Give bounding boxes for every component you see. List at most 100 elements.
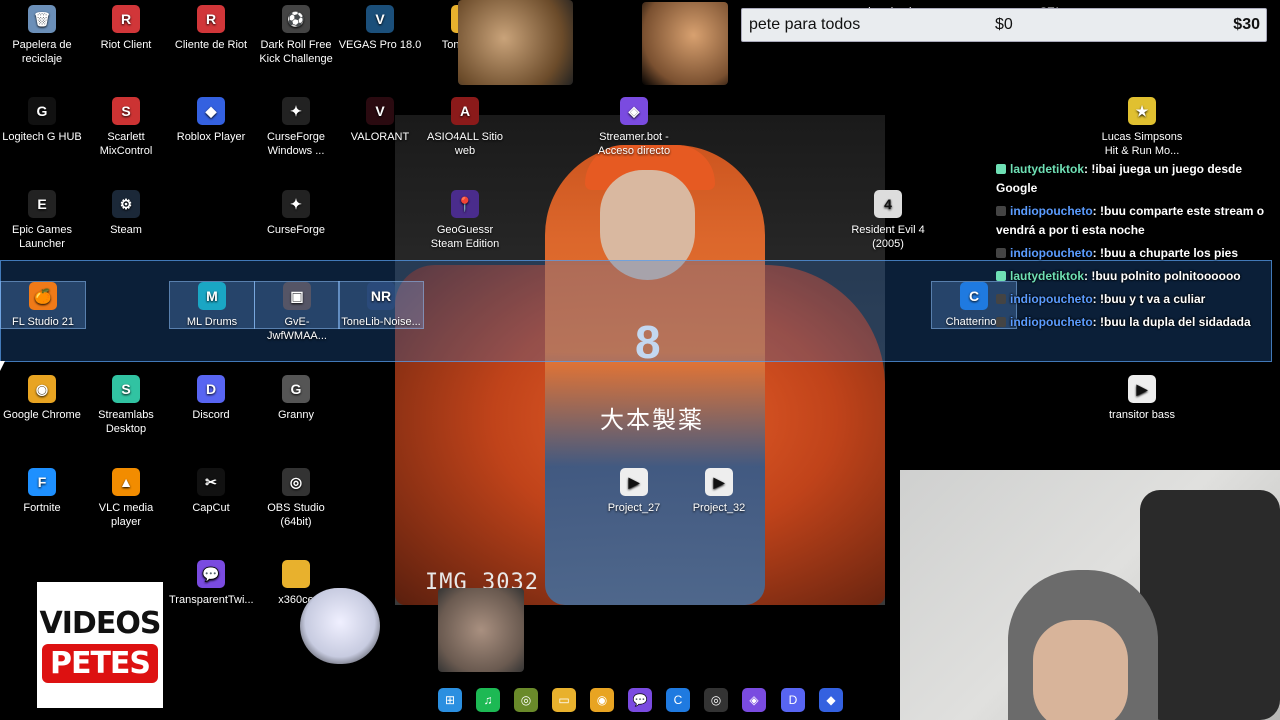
- desktop-icon-mldrums[interactable]: M ML Drums: [169, 281, 255, 329]
- desktop-icon-label: Project_27: [607, 502, 661, 514]
- desktop-icon-label: transitor bass: [1108, 409, 1176, 421]
- obs-icon[interactable]: ◎: [704, 688, 728, 712]
- jersey-text: 大本製薬: [600, 406, 704, 434]
- desktop-icon-fortnite[interactable]: F Fortnite: [0, 468, 84, 515]
- image-file-icon: ▣: [283, 282, 311, 310]
- soccer-ball-icon: ⚽: [282, 5, 310, 33]
- vegas-pro-icon: V: [366, 5, 394, 33]
- chat-message: lautydetiktok: !buu polnito polnitoooooo: [996, 267, 1271, 286]
- riot-client-icon: R: [112, 5, 140, 33]
- desktop-icon-logitech[interactable]: G Logitech G HUB: [0, 97, 84, 144]
- spotify-icon[interactable]: ♫: [476, 688, 500, 712]
- roblox-icon[interactable]: ◆: [819, 688, 843, 712]
- desktop-icon-recycle[interactable]: 🗑 Papelera de reciclaje: [0, 5, 84, 66]
- desktop-icon-gve[interactable]: ▣ GvE-JwfWMAA...: [254, 281, 340, 342]
- chat-badge-icon: [996, 248, 1006, 258]
- goal-target: $30: [1233, 16, 1260, 33]
- desktop-icon-tonelib[interactable]: NR ToneLib-Noise...: [338, 281, 424, 329]
- video-file-icon: ▶: [705, 468, 733, 496]
- desktop-icon-project27[interactable]: ▶ Project_27: [592, 468, 676, 515]
- chat-message: lautydetiktok: !ibai juega un juego desd…: [996, 160, 1271, 198]
- desktop-icon-asio[interactable]: A ASIO4ALL Sitio web: [423, 97, 507, 158]
- chat-username: indiopoucheto: [1010, 204, 1093, 218]
- desktop-icon-scarlett[interactable]: S Scarlett MixControl: [84, 97, 168, 158]
- desktop-icon-streamlabs[interactable]: S Streamlabs Desktop: [84, 375, 168, 436]
- desktop-icon-curseforge[interactable]: ✦ CurseForge: [254, 190, 338, 237]
- curseforge-icon: ✦: [282, 190, 310, 218]
- desktop-icon-granny[interactable]: G Granny: [254, 375, 338, 422]
- desktop-icon-label: Logitech G HUB: [2, 131, 82, 143]
- desktop-icon-fl[interactable]: 🍊 FL Studio 21: [0, 281, 86, 329]
- cat-sticker: [642, 2, 728, 85]
- desktop-icon-label: Scarlett MixControl: [99, 131, 153, 157]
- desktop-icon-transparent[interactable]: 💬 TransparentTwi...: [169, 560, 254, 607]
- chat-overlay: lautydetiktok: !ibai juega un juego desd…: [996, 160, 1271, 336]
- desktop-icon-streamerbot[interactable]: ◈ Streamer.bot - Acceso directo: [592, 97, 676, 158]
- file-explorer-icon[interactable]: ▭: [552, 688, 576, 712]
- desktop-icon-label: ToneLib-Noise...: [341, 316, 421, 328]
- chat-text: : !buu polnito polnitoooooo: [1084, 269, 1241, 283]
- curseforge-icon: ✦: [282, 97, 310, 125]
- desktop-icon-label: Google Chrome: [3, 409, 81, 421]
- videos-petes-logo: VIDEOS PETES: [37, 582, 163, 708]
- cat-video-sticker: [438, 588, 524, 672]
- obs-icon: ◎: [282, 468, 310, 496]
- desktop-icon-discord[interactable]: D Discord: [169, 375, 253, 422]
- simpsons-icon: ★: [1128, 97, 1156, 125]
- chat-badge-icon: [996, 206, 1006, 216]
- logitech-icon: G: [28, 97, 56, 125]
- desktop-icon-re4[interactable]: 4 Resident Evil 4 (2005): [846, 190, 930, 251]
- chatterino-icon: C: [960, 282, 988, 310]
- desktop-icon-cliente-riot[interactable]: R Cliente de Riot: [169, 5, 253, 52]
- discord-icon[interactable]: D: [781, 688, 805, 712]
- desktop-icon-label: CapCut: [192, 502, 230, 514]
- chrome-icon[interactable]: ◉: [590, 688, 614, 712]
- chat-text: : !buu la dupla del sidadada: [1092, 315, 1251, 329]
- chat-username: lautydetiktok: [1010, 162, 1085, 176]
- anime-girl-sticker: [300, 588, 380, 664]
- desktop-icon-vlc[interactable]: ▲ VLC media player: [84, 468, 168, 529]
- desktop-icon-project32[interactable]: ▶ Project_32: [677, 468, 761, 515]
- desktop-icon-label: Papelera de reciclaje: [12, 39, 72, 65]
- map-pin-icon: 📍: [451, 190, 479, 218]
- chatterino-icon[interactable]: C: [666, 688, 690, 712]
- desktop-icon-geoguessr[interactable]: 📍 GeoGuessr Steam Edition: [423, 190, 507, 251]
- granny-icon: G: [282, 375, 310, 403]
- desktop-icon-transitor[interactable]: ▶ transitor bass: [1100, 375, 1184, 422]
- chat-username: indiopoucheto: [1010, 315, 1093, 329]
- desktop-icon-label: GeoGuessr Steam Edition: [430, 224, 500, 250]
- tonelib-icon: NR: [367, 282, 395, 310]
- desktop-icon-valorant[interactable]: V VALORANT: [338, 97, 422, 144]
- desktop-icon-label: Epic Games Launcher: [12, 224, 72, 250]
- desktop-icon-steam[interactable]: ⚙ Steam: [84, 190, 168, 237]
- chat-message: indiopoucheto: !buu comparte este stream…: [996, 202, 1271, 240]
- twitch-chat-icon[interactable]: 💬: [628, 688, 652, 712]
- goal-name: pete para todos: [749, 16, 861, 33]
- vlc-icon: ▲: [112, 468, 140, 496]
- streamerbot-icon[interactable]: ◈: [742, 688, 766, 712]
- desktop-icon-roblox[interactable]: ◆ Roblox Player: [169, 97, 253, 144]
- chat-username: indiopoucheto: [1010, 292, 1093, 306]
- cat-wizard-sticker: [458, 0, 573, 85]
- riot-client-icon: R: [197, 5, 225, 33]
- desktop-icon-dark-roll[interactable]: ⚽ Dark Roll Free Kick Challenge: [254, 5, 338, 66]
- desktop-icon-epic[interactable]: E Epic Games Launcher: [0, 190, 84, 251]
- desktop-icon-label: CurseForge: [266, 224, 326, 236]
- windows-start-icon[interactable]: ⊞: [438, 688, 462, 712]
- desktop-icon-obs[interactable]: ◎ OBS Studio (64bit): [254, 468, 338, 529]
- chat-text: : !buu y t va a culiar: [1092, 292, 1206, 306]
- desktop-icon-riot-client[interactable]: R Riot Client: [84, 5, 168, 52]
- desktop-icon-lucas[interactable]: ★ Lucas Simpsons Hit & Run Mo...: [1100, 97, 1184, 158]
- desktop-icon-chrome[interactable]: ◉ Google Chrome: [0, 375, 84, 422]
- desktop-icon-label: CurseForge Windows ...: [266, 131, 326, 157]
- chat-badge-icon: [996, 317, 1006, 327]
- desktop-icon-capcut[interactable]: ✂ CapCut: [169, 468, 253, 515]
- steam-icon: ⚙: [112, 190, 140, 218]
- desktop-icon-label: FL Studio 21: [12, 316, 74, 328]
- desktop-icon-label: Lucas Simpsons Hit & Run Mo...: [1101, 131, 1183, 157]
- desktop-icon-curseforge-win[interactable]: ✦ CurseForge Windows ...: [254, 97, 338, 158]
- recycle-bin-icon: 🗑: [28, 5, 56, 33]
- desktop-icon-vegas[interactable]: V VEGAS Pro 18.0: [338, 5, 422, 52]
- game-icon[interactable]: ◎: [514, 688, 538, 712]
- ml-drums-icon: M: [198, 282, 226, 310]
